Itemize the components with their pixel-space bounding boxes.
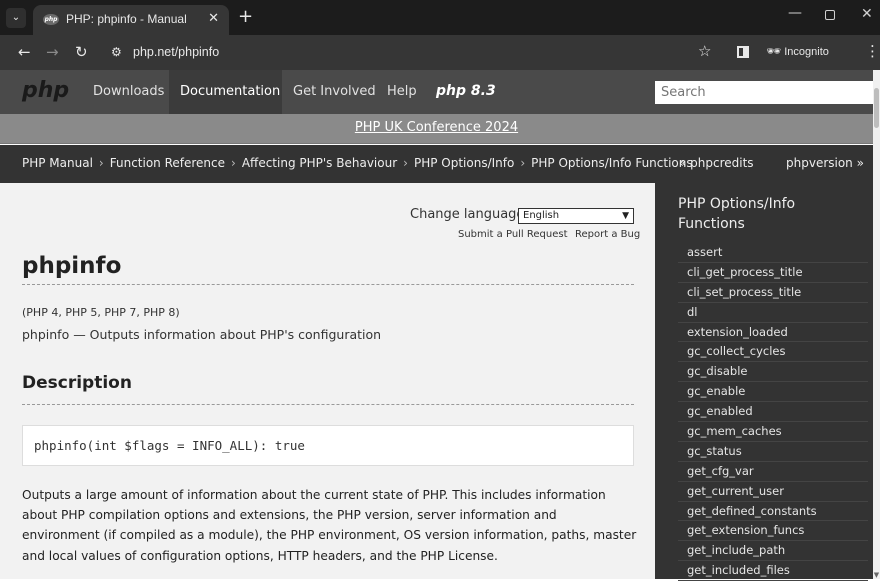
- sidebar-item-cli-get-process-title[interactable]: cli_get_process_title: [678, 263, 868, 283]
- sidebar-item-gc-enable[interactable]: gc_enable: [678, 382, 868, 403]
- page-scrollbar[interactable]: ▼: [873, 70, 880, 579]
- sidebar-item-gc-status[interactable]: gc_status: [678, 442, 868, 462]
- submit-pull-request-link[interactable]: Submit a Pull Request: [458, 229, 568, 240]
- site-info-icon[interactable]: ⚙: [111, 45, 122, 59]
- site-navbar: php Downloads Documentation Get Involved…: [0, 70, 873, 114]
- maximize-icon[interactable]: [825, 10, 835, 20]
- address-bar[interactable]: ⚙ php.net/phpinfo: [102, 39, 690, 67]
- side-panel-icon[interactable]: [737, 46, 749, 58]
- breadcrumb-item[interactable]: PHP Options/Info Functions: [531, 156, 692, 170]
- php-versions: (PHP 4, PHP 5, PHP 7, PHP 8): [22, 306, 180, 319]
- synopsis-code: phpinfo(int $flags = INFO_ALL): true: [34, 438, 305, 453]
- url-text[interactable]: php.net/phpinfo: [133, 45, 219, 59]
- nav-link-documentation[interactable]: Documentation: [180, 84, 280, 99]
- incognito-indicator[interactable]: 🕶 Incognito: [766, 44, 829, 58]
- scroll-down-arrow-icon[interactable]: ▼: [873, 571, 880, 579]
- sidebar-item-extension-loaded[interactable]: extension_loaded: [678, 323, 868, 343]
- search-input[interactable]: [655, 81, 873, 104]
- sidebar-list: assert cli_get_process_title cli_set_pro…: [678, 243, 868, 581]
- scrollbar-thumb[interactable]: [874, 88, 879, 128]
- description-paragraph: Outputs a large amount of information ab…: [22, 488, 637, 563]
- sidebar-item-get-include-path[interactable]: get_include_path: [678, 541, 868, 562]
- breadcrumb-item[interactable]: Affecting PHP's Behaviour: [242, 156, 397, 170]
- nav-link-get-involved[interactable]: Get Involved: [293, 84, 376, 99]
- sidebar-item-get-included-files[interactable]: get_included_files: [678, 561, 868, 581]
- language-selected-value: English: [523, 210, 560, 221]
- main-content: Change language: English ▼ Submit a Pull…: [0, 183, 655, 579]
- report-bug-link[interactable]: Report a Bug: [575, 229, 640, 240]
- incognito-icon: 🕶: [766, 44, 782, 58]
- sidebar-item-gc-disable[interactable]: gc_disable: [678, 362, 868, 383]
- forward-arrow-icon[interactable]: →: [46, 43, 59, 61]
- breadcrumb-item[interactable]: PHP Options/Info: [414, 156, 514, 170]
- nav-link-help[interactable]: Help: [387, 84, 417, 99]
- php-favicon-icon: php: [43, 14, 59, 25]
- tab-title: PHP: phpinfo - Manual: [66, 12, 187, 26]
- function-refname: phpinfo — Outputs information about PHP'…: [22, 327, 382, 342]
- next-page-link[interactable]: phpversion »: [786, 156, 864, 170]
- browser-menu-icon[interactable]: ⋮: [865, 42, 880, 60]
- sidebar-title[interactable]: PHP Options/Info Functions: [678, 194, 858, 234]
- page-title: phpinfo: [22, 253, 122, 279]
- sidebar-item-gc-collect-cycles[interactable]: gc_collect_cycles: [678, 342, 868, 363]
- sidebar-item-get-current-user[interactable]: get_current_user: [678, 482, 868, 502]
- breadcrumb-separator-icon: ›: [403, 156, 408, 170]
- language-select[interactable]: English ▼: [518, 208, 634, 224]
- divider: [22, 404, 634, 405]
- new-tab-icon[interactable]: +: [238, 6, 253, 27]
- sidebar-item-assert[interactable]: assert: [678, 243, 868, 263]
- breadcrumb-separator-icon: ›: [98, 156, 104, 170]
- sidebar-item-dl[interactable]: dl: [678, 303, 868, 323]
- conference-banner: PHP UK Conference 2024: [0, 114, 873, 144]
- browser-tab-bar: ⌄ php PHP: phpinfo - Manual ✕ + — ✕: [0, 0, 880, 35]
- sidebar-item-get-cfg-var[interactable]: get_cfg_var: [678, 462, 868, 482]
- chevron-down-icon: ▼: [622, 211, 629, 221]
- window-close-icon[interactable]: ✕: [861, 6, 873, 22]
- nav-link-downloads[interactable]: Downloads: [93, 84, 164, 99]
- breadcrumb-separator-icon: ›: [231, 156, 236, 170]
- browser-toolbar: ← → ↻ ⚙ php.net/phpinfo ☆ 🕶 Incognito ⋮: [0, 35, 880, 70]
- browser-tab[interactable]: php PHP: phpinfo - Manual ✕: [33, 5, 229, 35]
- bookmark-star-icon[interactable]: ☆: [698, 42, 711, 60]
- tab-close-icon[interactable]: ✕: [208, 11, 219, 26]
- breadcrumb-item[interactable]: Function Reference: [110, 156, 225, 170]
- function-sidebar: PHP Options/Info Functions assert cli_ge…: [655, 183, 873, 581]
- breadcrumb-item[interactable]: PHP Manual: [22, 156, 93, 170]
- sidebar-item-get-extension-funcs[interactable]: get_extension_funcs: [678, 521, 868, 542]
- description-heading: Description: [22, 373, 132, 393]
- breadcrumb-bar: PHP Manual › Function Reference › Affecting …: [0, 145, 873, 183]
- sidebar-item-get-defined-constants[interactable]: get_defined_constants: [678, 502, 868, 522]
- divider: [22, 284, 634, 285]
- php-version-badge[interactable]: php 8.3: [436, 83, 496, 99]
- incognito-label: Incognito: [784, 46, 829, 58]
- php-logo[interactable]: php: [22, 78, 69, 103]
- reload-icon[interactable]: ↻: [75, 43, 88, 61]
- back-arrow-icon[interactable]: ←: [18, 43, 31, 61]
- breadcrumb: PHP Manual › Function Reference › Affecting …: [22, 156, 693, 170]
- change-language-label: Change language:: [410, 207, 529, 222]
- sidebar-item-gc-enabled[interactable]: gc_enabled: [678, 402, 868, 423]
- minimize-icon[interactable]: —: [788, 5, 802, 21]
- breadcrumb-separator-icon: ›: [520, 156, 526, 170]
- method-synopsis: phpinfo(int $flags = INFO_ALL): true: [22, 425, 634, 466]
- conference-link[interactable]: PHP UK Conference 2024: [355, 120, 518, 135]
- tab-search-button[interactable]: ⌄: [6, 8, 26, 28]
- sidebar-item-cli-set-process-title[interactable]: cli_set_process_title: [678, 283, 868, 303]
- sidebar-item-gc-mem-caches[interactable]: gc_mem_caches: [678, 422, 868, 442]
- prev-page-link[interactable]: « phpcredits: [679, 156, 754, 170]
